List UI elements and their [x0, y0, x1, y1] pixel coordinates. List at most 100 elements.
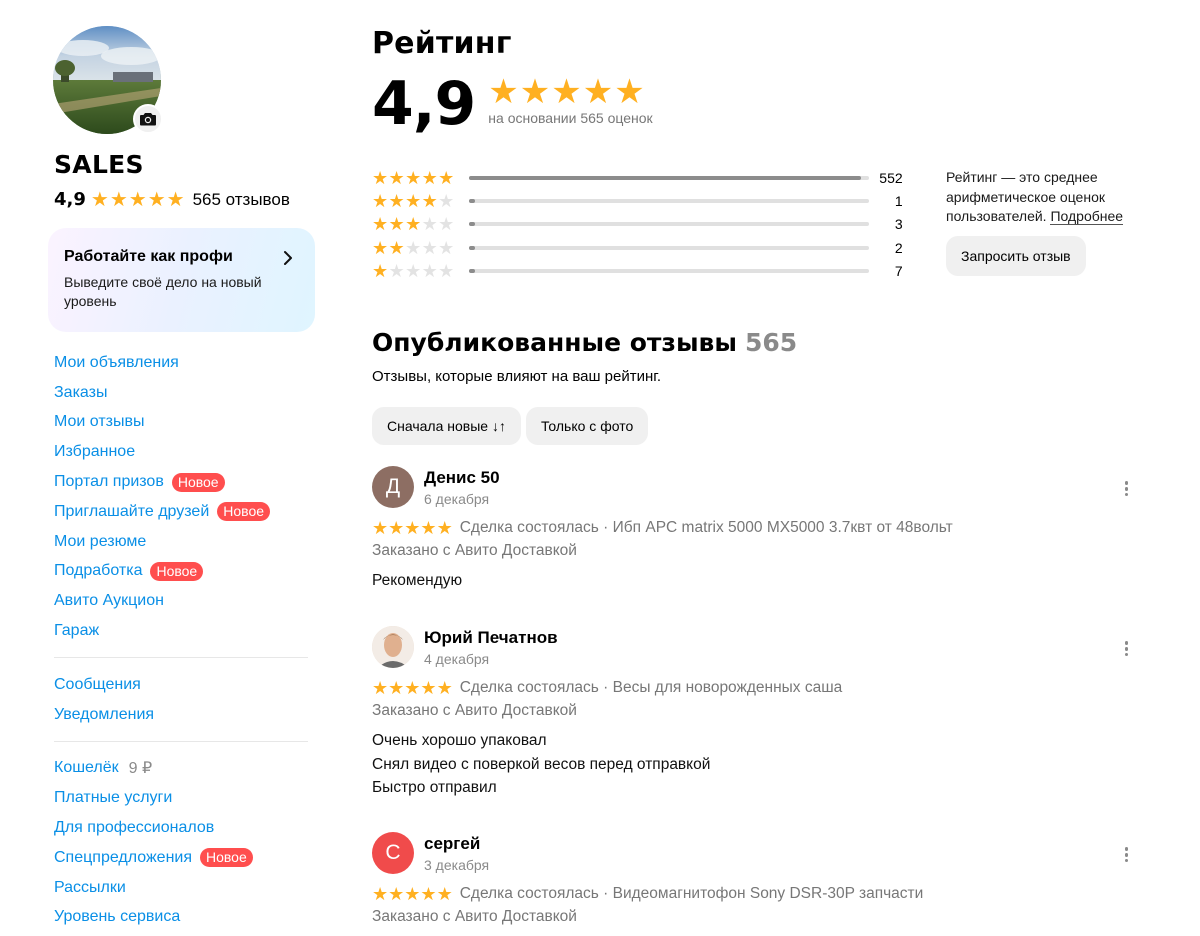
- reviewer-avatar[interactable]: [372, 626, 414, 668]
- rating-stars: ★ ★ ★ ★ ★: [488, 73, 652, 111]
- sidebar-item[interactable]: Спецпредложения Новое: [54, 843, 316, 873]
- review-text: Рекомендую: [372, 569, 1142, 593]
- more-options-icon[interactable]: [1124, 640, 1128, 658]
- review-date: 6 декабря: [424, 490, 490, 507]
- sidebar-item[interactable]: Рассылки: [54, 873, 316, 903]
- sidebar-item-label: Гараж: [54, 622, 100, 640]
- distribution-stars: ★ ★ ★ ★ ★: [372, 192, 455, 210]
- wallet-amount: 9 ₽: [128, 760, 153, 778]
- star-icon: ★: [388, 190, 405, 211]
- star-icon: ★: [438, 190, 455, 211]
- sidebar-item[interactable]: Уровень сервиса: [54, 903, 316, 933]
- star-icon: ★: [421, 237, 438, 258]
- sidebar-item[interactable]: Мои объявления: [54, 348, 316, 378]
- reviewer-avatar[interactable]: С: [372, 832, 414, 874]
- star-icon: ★: [372, 884, 389, 904]
- star-icon: ★: [421, 190, 438, 211]
- distribution-count: 552: [879, 169, 903, 186]
- distribution-stars: ★ ★ ★ ★ ★: [372, 239, 455, 257]
- star-icon: ★: [404, 884, 421, 904]
- nav-group-main: Мои объявления Заказы Мои отзывы Избранное П…: [54, 348, 316, 646]
- sidebar-item[interactable]: Сообщения: [54, 670, 316, 700]
- more-options-icon[interactable]: [1124, 846, 1128, 864]
- star-icon: ★: [436, 518, 453, 538]
- rating-more-link[interactable]: Подробнее: [1050, 208, 1124, 225]
- sidebar-item[interactable]: Авито Аукцион: [54, 586, 316, 616]
- sidebar-item[interactable]: Мои отзывы: [54, 408, 316, 438]
- reviewer-name[interactable]: Денис 50: [424, 468, 500, 488]
- sidebar-item[interactable]: Платные услуги: [54, 783, 316, 813]
- sidebar-item-label: Подработка: [54, 562, 143, 580]
- rating-distribution: ★ ★ ★ ★ ★ 552 ★ ★ ★ ★ ★ 1 ★ ★ ★ ★ ★ 3 ★ ★ ★ ★ ★ 2 ★ ★ ★ ★ ★ 7: [372, 166, 932, 282]
- sidebar-item[interactable]: Уведомления: [54, 700, 316, 730]
- sidebar-item-label: Авито Аукцион: [54, 592, 164, 610]
- review-deal: Сделка состоялась · Ибп APC matrix 5000 …: [459, 519, 953, 536]
- star-icon: ★: [405, 260, 422, 281]
- distribution-count: 2: [894, 239, 903, 256]
- star-icon: ★: [90, 188, 109, 211]
- sidebar-item[interactable]: Для профессионалов: [54, 813, 316, 843]
- new-badge: Новое: [200, 848, 253, 868]
- sidebar-item[interactable]: Мои резюме: [54, 527, 316, 557]
- reviewer-avatar[interactable]: Д: [372, 466, 414, 508]
- star-icon: ★: [582, 73, 614, 111]
- sidebar-item-label: Мои объявления: [54, 353, 179, 371]
- main-content: Рейтинг 4,9 ★ ★ ★ ★ ★ на основании 565 оцено…: [372, 26, 1172, 925]
- star-icon: ★: [109, 188, 128, 211]
- sidebar-item-label: Избранное: [54, 443, 136, 461]
- photo-filter-button[interactable]: Только с фото: [525, 407, 649, 445]
- profile-rating[interactable]: 4,9 ★ ★ ★ ★ ★ 565 отзывов: [54, 189, 316, 210]
- review-delivery: Заказано с Авито Доставкой: [372, 542, 577, 559]
- sidebar-item[interactable]: Подработка Новое: [54, 557, 316, 587]
- reviewer-name[interactable]: Юрий Печатнов: [424, 628, 558, 648]
- profile-avatar-container: [53, 26, 163, 134]
- request-review-button[interactable]: Запросить отзыв: [946, 236, 1086, 276]
- star-icon: ★: [421, 214, 438, 235]
- sidebar-item-label: Мои резюме: [54, 532, 147, 550]
- star-icon: ★: [388, 214, 405, 235]
- star-icon: ★: [405, 214, 422, 235]
- star-icon: ★: [166, 188, 185, 211]
- rating-summary: 4,9 ★ ★ ★ ★ ★ на основании 565 оценок: [372, 73, 1172, 134]
- star-icon: ★: [405, 167, 422, 188]
- sidebar-item[interactable]: Кошелёк 9 ₽: [54, 754, 316, 784]
- reviews-subtitle: Отзывы, которые влияют на ваш рейтинг.: [372, 368, 662, 385]
- profile-name: SALES: [54, 150, 144, 179]
- sidebar-item-label: Рассылки: [54, 878, 126, 896]
- star-icon: ★: [404, 678, 421, 698]
- star-icon: ★: [404, 518, 421, 538]
- star-icon: ★: [372, 214, 389, 235]
- star-icon: ★: [614, 73, 645, 111]
- star-icon: ★: [488, 73, 519, 111]
- distribution-bar-fill: [468, 268, 475, 273]
- star-icon: ★: [388, 678, 405, 698]
- change-photo-button[interactable]: [133, 104, 163, 134]
- pro-promo-card[interactable]: Работайте как профи Выведите своё дело н…: [48, 228, 315, 332]
- star-icon: ★: [372, 678, 389, 698]
- distribution-stars: ★ ★ ★ ★ ★: [372, 262, 455, 280]
- distribution-row: ★ ★ ★ ★ ★ 552: [372, 166, 932, 189]
- review-deal: Сделка состоялась · Весы для новорожденн…: [459, 679, 843, 696]
- review-stars: ★ ★ ★ ★ ★: [372, 519, 453, 537]
- distribution-row: ★ ★ ★ ★ ★ 3: [372, 213, 932, 236]
- star-icon: ★: [147, 188, 166, 211]
- sort-button[interactable]: Сначала новые ↓↑: [372, 407, 521, 445]
- star-icon: ★: [420, 678, 437, 698]
- sidebar-item[interactable]: Портал призов Новое: [54, 467, 316, 497]
- sidebar-item[interactable]: Заказы: [54, 378, 316, 408]
- sidebar-item[interactable]: Приглашайте друзей Новое: [54, 497, 316, 527]
- review-deal: Сделка состоялась · Видеомагнитофон Sony…: [459, 885, 924, 902]
- review-text-line: Снял видео с поверкой весов перед отправ…: [372, 755, 711, 773]
- reviewer-name[interactable]: сергей: [424, 834, 489, 854]
- review-date: 4 декабря: [424, 650, 490, 667]
- profile-stars: ★ ★ ★ ★ ★: [91, 190, 186, 210]
- star-icon: ★: [438, 260, 455, 281]
- sidebar-item[interactable]: Избранное: [54, 437, 316, 467]
- review-text: Очень хорошо упаковал Снял видео с поверк…: [372, 729, 1142, 800]
- review-delivery: Заказано с Авито Доставкой: [372, 908, 577, 925]
- sidebar-item[interactable]: Гараж: [54, 616, 316, 646]
- sidebar-item-label: Мои отзывы: [54, 413, 145, 431]
- new-badge: Новое: [217, 502, 271, 522]
- more-options-icon[interactable]: [1124, 480, 1128, 498]
- distribution-bar-fill: [468, 175, 861, 180]
